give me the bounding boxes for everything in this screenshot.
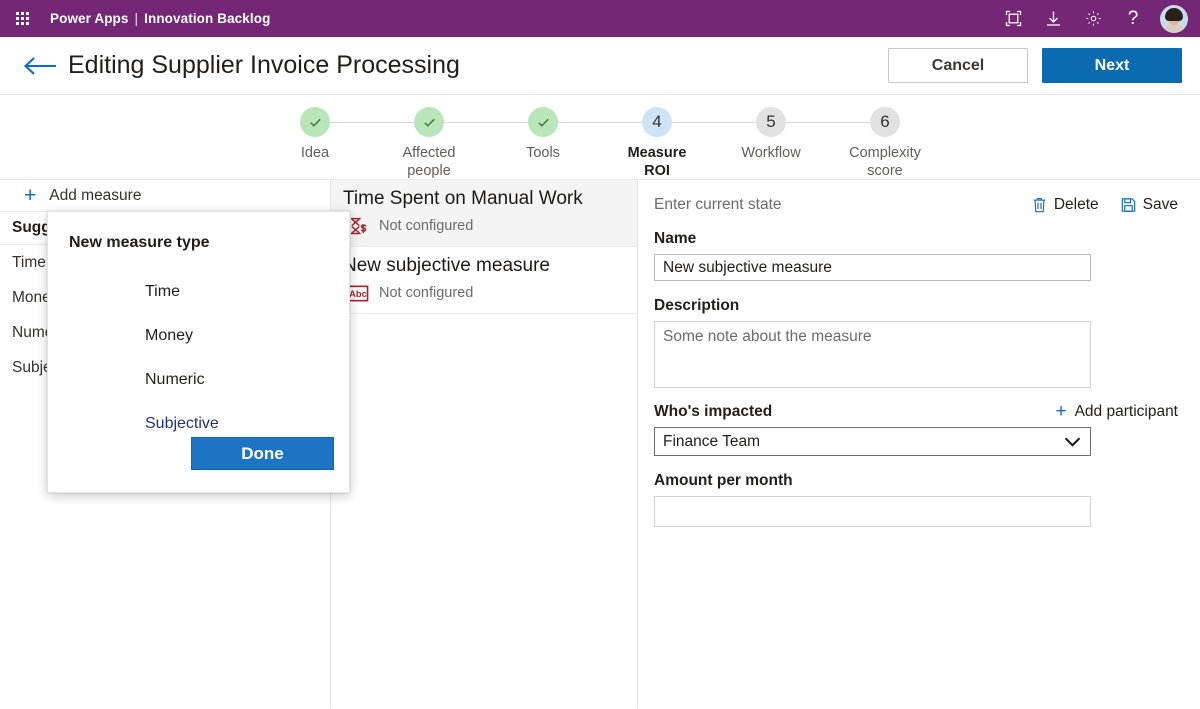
body-area: + Add measure Suggested measures Time Mo… bbox=[0, 180, 1200, 708]
step-workflow[interactable]: 5 Workflow bbox=[714, 107, 870, 163]
detail-header-actions: Delete Save bbox=[1032, 196, 1178, 214]
step-list: Idea Affected people Tools 4 Measure ROI… bbox=[258, 107, 942, 180]
step-affected-people[interactable]: Affected people bbox=[372, 107, 528, 180]
svg-text:Abc: Abc bbox=[349, 288, 367, 298]
download-icon[interactable] bbox=[1034, 0, 1072, 37]
save-label: Save bbox=[1142, 196, 1178, 213]
impacted-select-wrapper: Finance Team bbox=[654, 427, 1091, 456]
environment-name[interactable]: Innovation Backlog bbox=[144, 11, 270, 26]
page-title: Editing Supplier Invoice Processing bbox=[68, 51, 460, 79]
next-button[interactable]: Next bbox=[1042, 48, 1182, 83]
step-bubble-5[interactable]: 5 bbox=[756, 107, 786, 137]
step-bubble-1[interactable] bbox=[300, 107, 330, 137]
step-idea[interactable]: Idea bbox=[258, 107, 414, 163]
cancel-button[interactable]: Cancel bbox=[888, 48, 1028, 83]
step-bubble-2[interactable] bbox=[414, 107, 444, 137]
name-label: Name bbox=[654, 230, 697, 247]
enter-current-state-label: Enter current state bbox=[654, 196, 782, 213]
suite-bar: Power Apps | Innovation Backlog ? bbox=[0, 0, 1200, 37]
measure-type-option-money[interactable]: Money bbox=[69, 314, 334, 358]
amount-per-month-input[interactable] bbox=[654, 496, 1091, 527]
suite-separator: | bbox=[134, 11, 139, 26]
measure-card-status-row: Not configured bbox=[343, 216, 627, 237]
suite-title: Power Apps | Innovation Backlog bbox=[50, 11, 270, 26]
help-glyph: ? bbox=[1127, 8, 1139, 29]
amount-per-month-label: Amount per month bbox=[654, 472, 793, 489]
measure-type-option-time[interactable]: Time bbox=[69, 270, 334, 314]
avatar[interactable] bbox=[1160, 4, 1188, 33]
step-label-1: Idea bbox=[300, 145, 330, 161]
add-measure-button[interactable]: + Add measure bbox=[0, 180, 330, 212]
dialog-title: New measure type bbox=[69, 234, 210, 251]
abc-text-icon: Abc bbox=[347, 285, 369, 301]
add-participant-label: Add participant bbox=[1074, 402, 1178, 420]
page-header: Editing Supplier Invoice Processing Canc… bbox=[0, 37, 1200, 95]
header-actions: Cancel Next bbox=[888, 48, 1182, 83]
measure-card-title: New subjective measure bbox=[343, 254, 550, 276]
measure-card-time-spent[interactable]: Time Spent on Manual Work Not configured bbox=[331, 180, 637, 247]
save-disk-icon bbox=[1121, 198, 1135, 212]
app-name[interactable]: Power Apps bbox=[50, 11, 129, 26]
trash-icon bbox=[1033, 198, 1046, 213]
step-complexity-score[interactable]: 6 Complexity score bbox=[828, 107, 942, 180]
step-tools[interactable]: Tools bbox=[486, 107, 642, 163]
back-arrow-icon[interactable] bbox=[20, 49, 60, 83]
save-button[interactable]: Save bbox=[1121, 196, 1178, 214]
plus-icon: + bbox=[24, 184, 37, 207]
measure-card-status: Not configured bbox=[379, 218, 474, 235]
whos-impacted-select[interactable]: Finance Team bbox=[654, 427, 1091, 456]
wizard-stepper: Idea Affected people Tools 4 Measure ROI… bbox=[0, 95, 1200, 180]
step-bubble-4[interactable]: 4 bbox=[642, 107, 672, 137]
done-button[interactable]: Done bbox=[191, 437, 334, 470]
step-bubble-6[interactable]: 6 bbox=[870, 107, 900, 137]
delete-label: Delete bbox=[1053, 196, 1099, 213]
step-label-6: Complexity score bbox=[849, 145, 921, 179]
description-label: Description bbox=[654, 297, 740, 314]
plus-icon: + bbox=[1055, 401, 1067, 422]
suite-bar-actions: ? bbox=[994, 0, 1190, 37]
app-launcher-icon[interactable] bbox=[8, 5, 36, 33]
check-icon bbox=[537, 118, 549, 127]
delete-button[interactable]: Delete bbox=[1032, 196, 1099, 214]
add-measure-label: Add measure bbox=[49, 186, 142, 204]
measure-detail-panel: Enter current state Delete Save Name New… bbox=[638, 180, 1200, 708]
impacted-row: Who's impacted + Add participant bbox=[654, 402, 1178, 421]
measure-card-title: Time Spent on Manual Work bbox=[343, 188, 583, 209]
measure-type-option-numeric[interactable]: Numeric bbox=[69, 358, 334, 402]
step-bubble-3[interactable] bbox=[528, 107, 558, 137]
whos-impacted-label: Who's impacted bbox=[654, 402, 773, 420]
fullscreen-icon[interactable] bbox=[994, 0, 1032, 37]
description-textarea[interactable] bbox=[654, 321, 1091, 388]
hourglass-money-icon bbox=[351, 217, 367, 234]
measure-card-new-subjective[interactable]: New subjective measure Abc Not configure… bbox=[331, 247, 637, 314]
new-measure-type-dialog: New measure type Time Money Numeric Subj… bbox=[47, 211, 350, 493]
step-measure-roi[interactable]: 4 Measure ROI bbox=[600, 107, 756, 180]
check-icon bbox=[309, 118, 321, 127]
name-input[interactable] bbox=[654, 254, 1091, 281]
add-participant-button[interactable]: + Add participant bbox=[1055, 402, 1178, 421]
help-icon[interactable]: ? bbox=[1114, 0, 1152, 37]
measure-card-status: Not configured bbox=[379, 285, 474, 301]
check-icon bbox=[423, 118, 435, 127]
step-label-4: Measure ROI bbox=[627, 145, 687, 179]
measure-list-panel: Time Spent on Manual Work Not configured… bbox=[331, 180, 638, 708]
gear-icon[interactable] bbox=[1074, 0, 1112, 37]
measure-card-status-row: Abc Not configured bbox=[343, 283, 627, 304]
step-label-2: Affected people bbox=[402, 145, 456, 179]
whos-impacted-value: Finance Team bbox=[663, 432, 761, 450]
step-label-3: Tools bbox=[526, 145, 560, 161]
step-label-5: Workflow bbox=[741, 145, 801, 161]
detail-header: Enter current state Delete Save bbox=[654, 196, 1178, 214]
